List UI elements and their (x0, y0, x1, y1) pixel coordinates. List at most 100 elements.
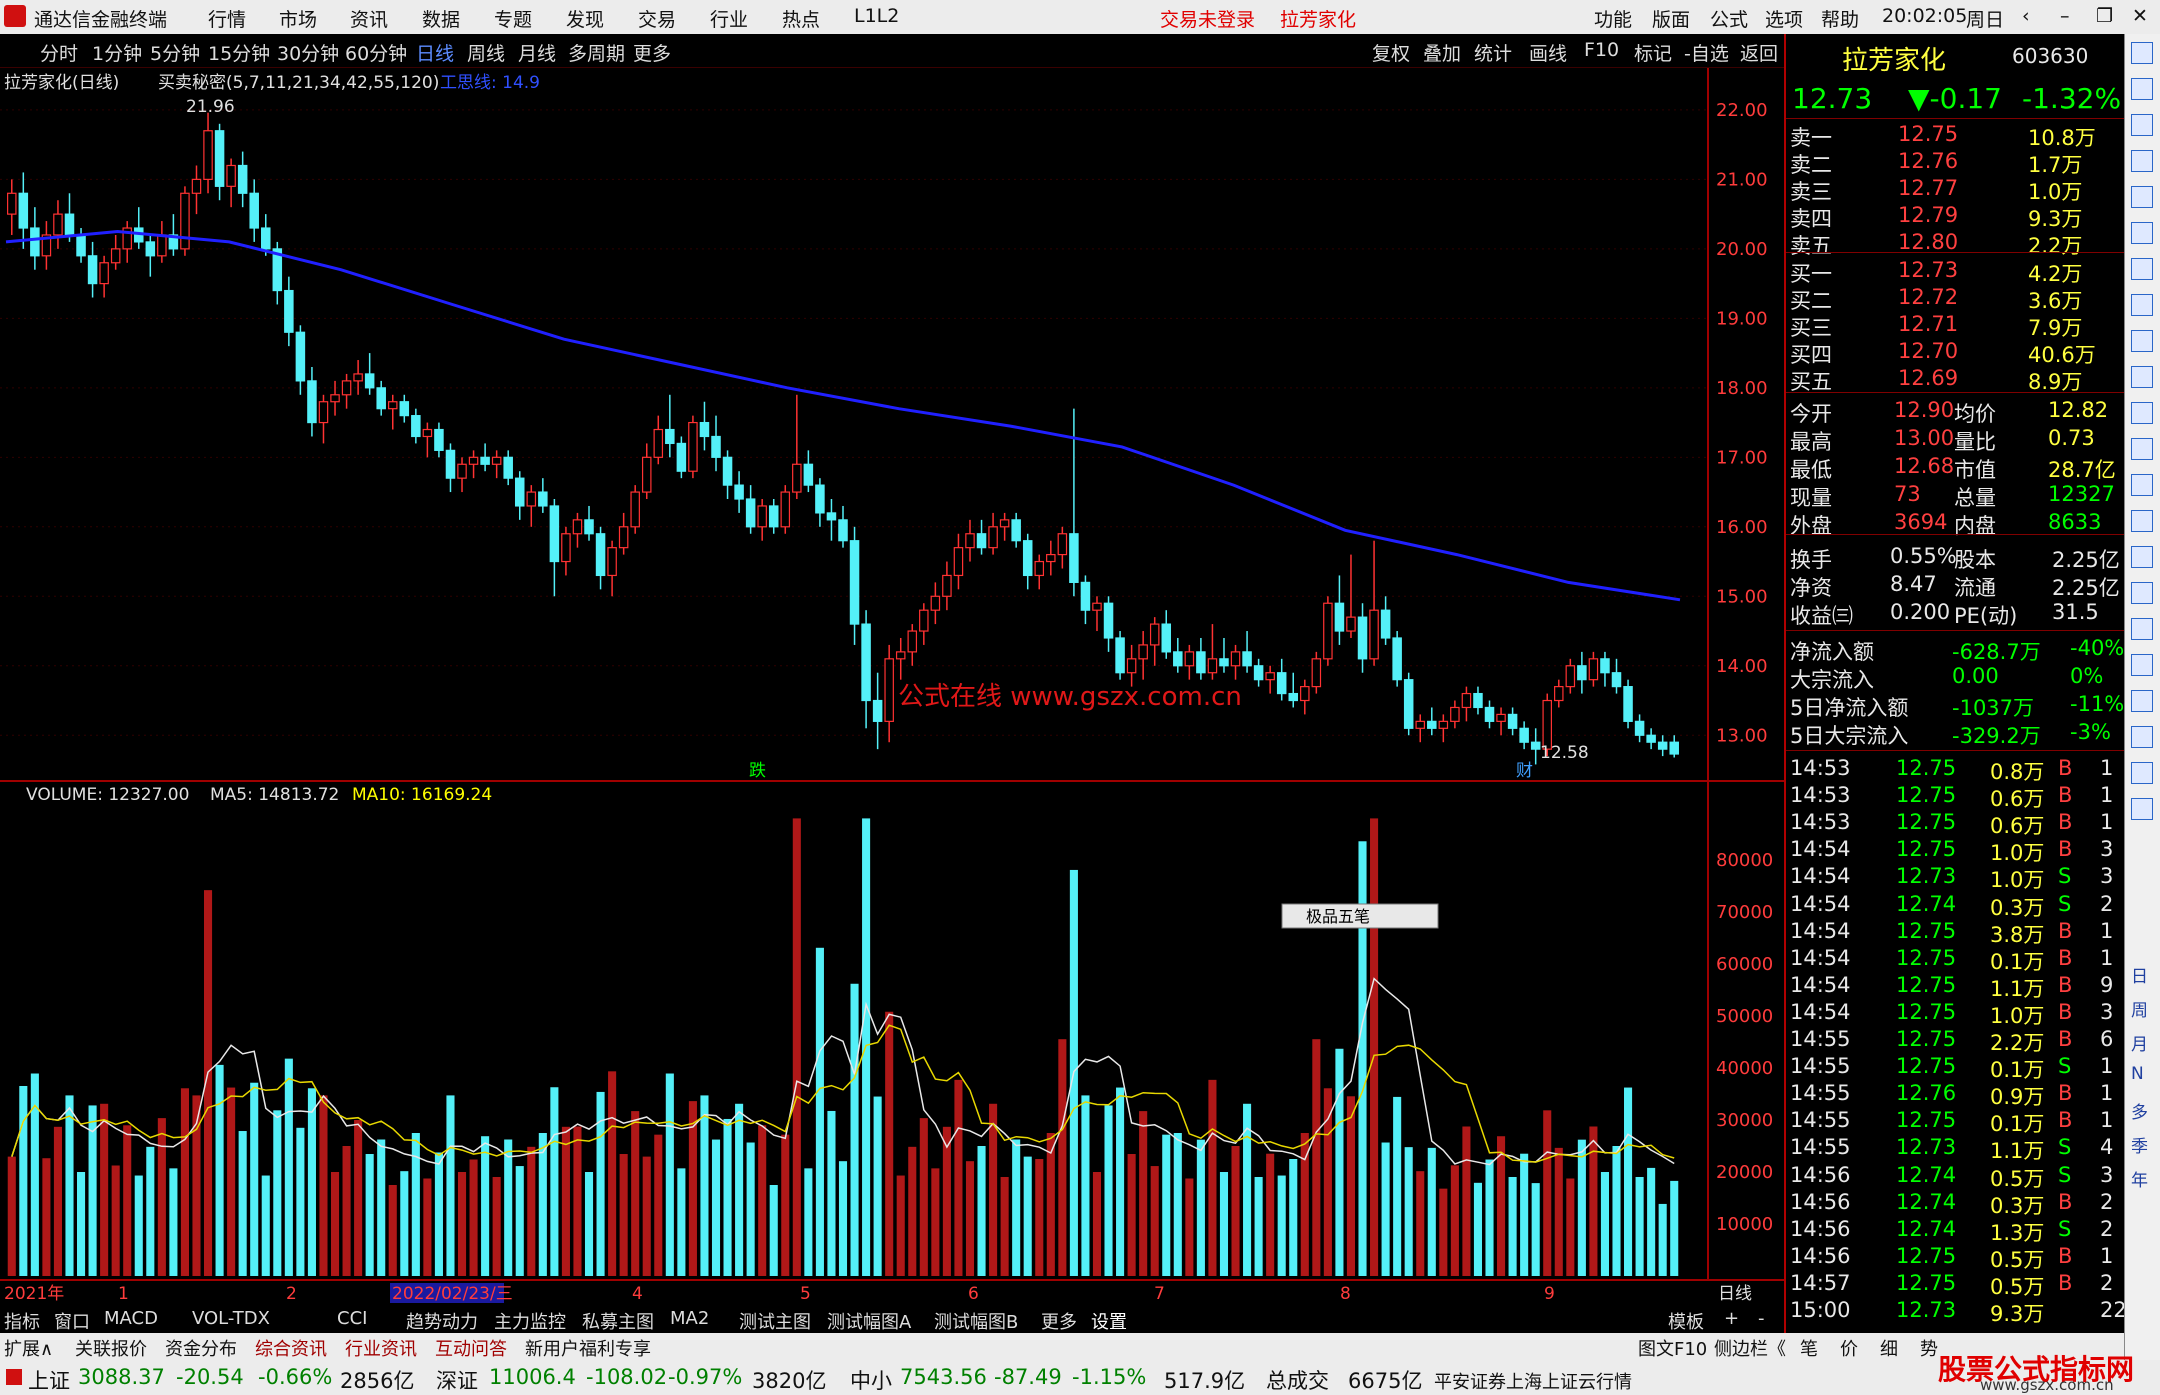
tool-icon[interactable] (2131, 330, 2153, 352)
period-fenshi[interactable]: 分时 (40, 39, 78, 66)
menu-hangye[interactable]: 行业 (710, 5, 748, 32)
tab-0[interactable]: 指标 (4, 1308, 40, 1334)
tab-right-1[interactable]: + (1724, 1308, 1739, 1329)
tool-diejia[interactable]: 叠加 (1423, 39, 1461, 66)
menu-gongneng[interactable]: 功能 (1594, 5, 1632, 32)
ime-popup[interactable]: 极品五笔 (1281, 903, 1439, 929)
tool-icon[interactable] (2131, 42, 2153, 64)
menu-shichang[interactable]: 市场 (279, 5, 317, 32)
tab-12[interactable]: 更多 (1041, 1308, 1077, 1334)
tool-icon[interactable] (2131, 726, 2153, 748)
menu-zixun[interactable]: 资讯 (350, 5, 388, 32)
tool-fuquan[interactable]: 复权 (1372, 39, 1410, 66)
period-60min[interactable]: 60分钟 (345, 39, 407, 66)
tool-icon[interactable] (2131, 150, 2153, 172)
rtool-1[interactable]: 周 (2131, 996, 2148, 1021)
menu-jiaoyi[interactable]: 交易 (638, 5, 676, 32)
tool-icon[interactable] (2131, 438, 2153, 460)
rtool-6[interactable]: 年 (2131, 1166, 2148, 1191)
tab-13[interactable]: 设置 (1091, 1308, 1127, 1334)
infotab-3[interactable]: 综合资讯 (255, 1335, 327, 1361)
tab-6[interactable]: 主力监控 (494, 1308, 566, 1334)
tab-2[interactable]: MACD (104, 1308, 158, 1329)
tool-icon[interactable] (2131, 222, 2153, 244)
tab-5[interactable]: 趋势动力 (406, 1308, 478, 1334)
tool-icon[interactable] (2131, 690, 2153, 712)
tab-right-2[interactable]: - (1758, 1308, 1765, 1329)
infotab-4[interactable]: 行业资讯 (345, 1335, 417, 1361)
infotab-2[interactable]: 资金分布 (165, 1335, 237, 1361)
infotab-right-0[interactable]: 图文F10 (1638, 1335, 1707, 1361)
menu-shuju[interactable]: 数据 (422, 5, 460, 32)
tool-biaoji[interactable]: 标记 (1634, 39, 1672, 66)
tab-right-0[interactable]: 模板 (1668, 1308, 1704, 1334)
tab-8[interactable]: MA2 (670, 1308, 709, 1329)
tool-icon[interactable] (2131, 402, 2153, 424)
menu-redian[interactable]: 热点 (782, 5, 820, 32)
period-weekly[interactable]: 周线 (467, 39, 505, 66)
tool-zixuan[interactable]: -自选 (1684, 39, 1729, 66)
tool-f10[interactable]: F10 (1584, 39, 1619, 61)
zx-label[interactable]: 中小 (850, 1365, 892, 1395)
tab-10[interactable]: 测试幅图A (827, 1308, 911, 1334)
infotab-5[interactable]: 互动问答 (435, 1335, 507, 1361)
tool-icon[interactable] (2131, 618, 2153, 640)
tool-icon[interactable] (2131, 186, 2153, 208)
period-multi[interactable]: 多周期 (568, 39, 625, 66)
sz-label[interactable]: 深证 (436, 1365, 478, 1395)
period-monthly[interactable]: 月线 (518, 39, 556, 66)
tab-9[interactable]: 测试主图 (739, 1308, 811, 1334)
tool-icon[interactable] (2131, 258, 2153, 280)
menu-l1l2[interactable]: L1L2 (854, 5, 899, 27)
tool-icon[interactable] (2131, 510, 2153, 532)
sh-label[interactable]: 上证 (28, 1365, 70, 1395)
rtool-4[interactable]: 多 (2131, 1098, 2148, 1123)
tab-11[interactable]: 测试幅图B (934, 1308, 1018, 1334)
infotab-right-2[interactable]: 笔 (1800, 1335, 1818, 1361)
menu-zhuanti[interactable]: 专题 (494, 5, 532, 32)
period-1min[interactable]: 1分钟 (92, 39, 142, 66)
tool-icon[interactable] (2131, 546, 2153, 568)
rtool-2[interactable]: 月 (2131, 1030, 2148, 1055)
tool-icon[interactable] (2131, 654, 2153, 676)
back-icon[interactable]: ‹ (2022, 5, 2030, 27)
infotab-0[interactable]: 扩展∧ (4, 1335, 53, 1361)
tool-icon[interactable] (2131, 762, 2153, 784)
tab-1[interactable]: 窗口 (54, 1308, 90, 1334)
kline-chart[interactable]: 22.00 21.00 20.00 19.00 18.00 17.00 16.00 15.00… (0, 68, 1784, 1306)
infotab-right-1[interactable]: 侧边栏《 (1714, 1335, 1786, 1361)
rtool-0[interactable]: 日 (2131, 962, 2148, 987)
restore-icon[interactable]: ❐ (2096, 5, 2113, 27)
trade-status[interactable]: 交易未登录 (1160, 5, 1255, 32)
tool-icon[interactable] (2131, 294, 2153, 316)
tool-icon[interactable] (2131, 798, 2153, 820)
menu-xuanxiang[interactable]: 选项 (1765, 5, 1803, 32)
infotab-right-3[interactable]: 价 (1840, 1335, 1858, 1361)
tool-icon[interactable] (2131, 366, 2153, 388)
period-daily[interactable]: 日线 (416, 39, 454, 66)
tool-fanhui[interactable]: 返回 (1740, 39, 1778, 66)
tool-tongji[interactable]: 统计 (1474, 39, 1512, 66)
menu-banmian[interactable]: 版面 (1652, 5, 1690, 32)
tool-icon[interactable] (2131, 474, 2153, 496)
period-5min[interactable]: 5分钟 (150, 39, 200, 66)
minimize-icon[interactable]: – (2060, 5, 2070, 27)
rtool-3[interactable]: N (2131, 1064, 2144, 1084)
rtool-5[interactable]: 季 (2131, 1132, 2148, 1157)
tab-3[interactable]: VOL-TDX (192, 1308, 270, 1329)
infotab-right-5[interactable]: 势 (1920, 1335, 1938, 1361)
period-15min[interactable]: 15分钟 (208, 39, 270, 66)
menu-bangzhu[interactable]: 帮助 (1821, 5, 1859, 32)
period-more[interactable]: 更多 (633, 39, 671, 66)
menu-faxian[interactable]: 发现 (566, 5, 604, 32)
period-30min[interactable]: 30分钟 (277, 39, 339, 66)
tool-icon[interactable] (2131, 114, 2153, 136)
tab-7[interactable]: 私募主图 (582, 1308, 654, 1334)
menu-hangqing[interactable]: 行情 (208, 5, 246, 32)
tool-huaxian[interactable]: 画线 (1529, 39, 1567, 66)
server-name[interactable]: 平安证券上海上证云行情 (1434, 1368, 1632, 1394)
tool-icon[interactable] (2131, 582, 2153, 604)
tool-icon[interactable] (2131, 78, 2153, 100)
close-icon[interactable]: ✕ (2132, 5, 2148, 27)
menu-gongshi[interactable]: 公式 (1710, 5, 1748, 32)
